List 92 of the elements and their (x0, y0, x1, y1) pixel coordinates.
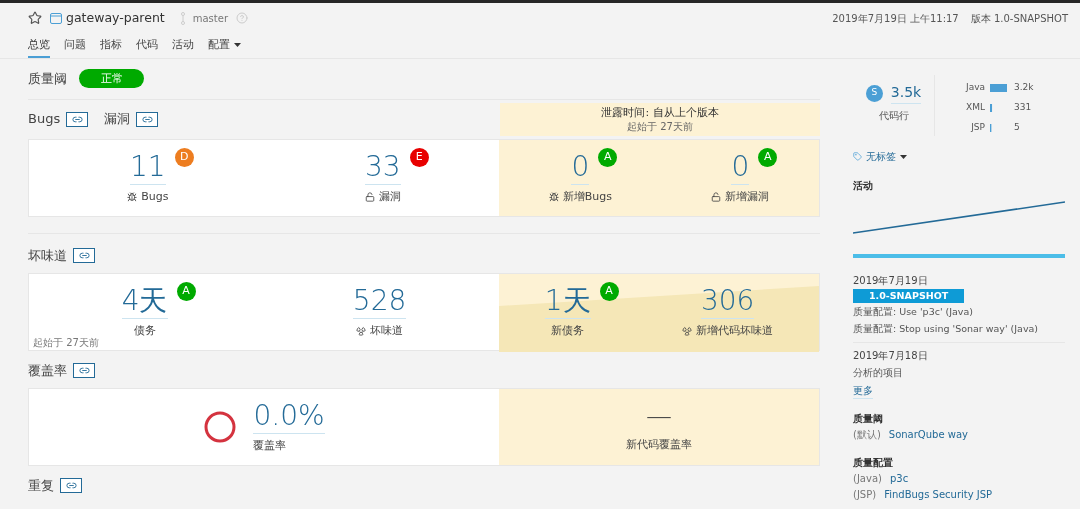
nav-tab[interactable]: 代码 (136, 36, 158, 58)
size-rating-badge: S (865, 84, 883, 102)
measure-label: 漏洞 (364, 188, 401, 206)
block-title: 质量阈 (853, 412, 884, 426)
rating-badge: E (409, 147, 429, 167)
lines-of-code-value[interactable]: 3.5k (890, 82, 922, 104)
language-lines: 5 (1014, 121, 1020, 135)
event-date: 2019年7月18日 (853, 349, 929, 363)
measure-value[interactable]: 11 (130, 149, 166, 185)
coverage-donut-icon (203, 409, 238, 444)
measure-value[interactable]: 4天 (121, 283, 168, 319)
measure-label: 债务 (133, 322, 156, 339)
nav-tab[interactable]: 总览 (28, 36, 50, 58)
section-title: Bugs (28, 110, 61, 129)
measure-value[interactable]: 33 (364, 149, 401, 185)
nav-tab[interactable]: 问题 (64, 36, 86, 58)
block-title: 质量配置 (853, 456, 894, 470)
project-name[interactable]: gateway-parent (66, 8, 165, 28)
language-name: XML (965, 101, 985, 115)
measure-value: — (646, 400, 672, 434)
rating-badge: A (176, 281, 196, 301)
entry-qualifier: (默认) (853, 428, 881, 442)
analysis-date: 2019年7月19日 上午11:17 (832, 11, 959, 26)
link-icon-button[interactable] (73, 248, 95, 263)
activity-title: 活动 (853, 179, 874, 193)
bug-icon (548, 192, 559, 202)
radiation-icon (682, 326, 693, 336)
measure-value[interactable]: 0 (571, 149, 590, 185)
project-icon (50, 12, 62, 24)
language-lines: 3.2k (1014, 81, 1034, 95)
measure-label: 新增Bugs (548, 188, 612, 206)
entry-qualifier: (JSP) (853, 488, 877, 502)
measure-value[interactable]: 0 (731, 149, 750, 185)
link-icon (65, 480, 77, 491)
link-icon-button[interactable] (66, 111, 89, 127)
measure-label: 坏味道 (356, 322, 404, 340)
language-name: JSP (969, 121, 985, 135)
section-title: 坏味道 (28, 246, 67, 265)
section-title: 重复 (28, 476, 54, 495)
version-tag: 1.0-SNAPSHOT (853, 289, 965, 303)
section-title: 漏洞 (104, 110, 131, 129)
measure-label: 新增漏洞 (711, 188, 770, 206)
language-lines: 331 (1014, 101, 1032, 115)
link-icon-button[interactable] (73, 363, 95, 378)
event-text: 分析的项目 (853, 366, 903, 380)
event-text: 质量配置: Use 'p3c' (Java) (853, 305, 973, 319)
bug-icon (127, 192, 138, 202)
rating-badge: A (758, 147, 778, 167)
link-icon-button[interactable] (136, 111, 159, 127)
section-title: 覆盖率 (28, 361, 67, 380)
more-link[interactable]: 更多 (853, 383, 873, 399)
profile-link[interactable]: FindBugs Security JSP (884, 487, 993, 503)
project-version: 版本 1.0-SNAPSHOT (970, 11, 1068, 26)
measure-value[interactable]: 1天 (544, 283, 591, 319)
leak-period-title: 泄露时间: 自从上个版本 (601, 105, 719, 120)
measure-label: Bugs (127, 188, 169, 206)
leak-period-since: 起始于 27天前 (627, 119, 693, 133)
rating-badge: A (598, 147, 618, 167)
profile-link[interactable]: p3c (889, 471, 909, 487)
branch-name: master (192, 11, 228, 26)
tags-dropdown[interactable]: 无标签 (866, 149, 907, 164)
measure-label: 新债务 (551, 322, 585, 339)
nav-tab[interactable]: 活动 (172, 36, 194, 58)
quality-gate-label: 质量阈 (28, 70, 67, 88)
profile-link[interactable]: SonarQube way (888, 427, 968, 443)
link-icon (78, 365, 90, 376)
branch-icon (180, 11, 185, 25)
nav-tab[interactable]: 配置 (208, 36, 241, 58)
lines-of-code-label: 代码行 (878, 109, 909, 123)
unlocked-lock-icon (711, 192, 722, 202)
measure-value[interactable]: 0.0% (253, 398, 325, 434)
measure-value[interactable]: 306 (700, 283, 755, 319)
radiation-icon (356, 326, 367, 336)
link-icon-button[interactable] (60, 478, 82, 493)
measure-label: 覆盖率 (253, 437, 287, 454)
event-text: 质量配置: Stop using 'Sonar way' (Java) (853, 322, 1039, 336)
nav-tab[interactable]: 指标 (100, 36, 122, 58)
tag-icon (853, 152, 862, 161)
rating-badge: A (599, 281, 619, 301)
period-note: 起始于 27天前 (33, 336, 99, 349)
unlocked-lock-icon (364, 192, 375, 202)
link-icon (78, 250, 90, 261)
caret-icon (900, 154, 907, 159)
favorite-star-icon[interactable] (28, 11, 42, 25)
measure-label: 新代码覆盖率 (626, 437, 692, 454)
measure-label: 新增代码坏味道 (682, 322, 774, 340)
measure-value[interactable]: 528 (352, 283, 407, 319)
event-date: 2019年7月19日 (853, 274, 929, 288)
rating-badge: D (174, 147, 194, 167)
language-name: Java (964, 81, 985, 95)
quality-gate-status: 正常 (79, 69, 144, 89)
entry-qualifier: (Java) (853, 472, 882, 486)
